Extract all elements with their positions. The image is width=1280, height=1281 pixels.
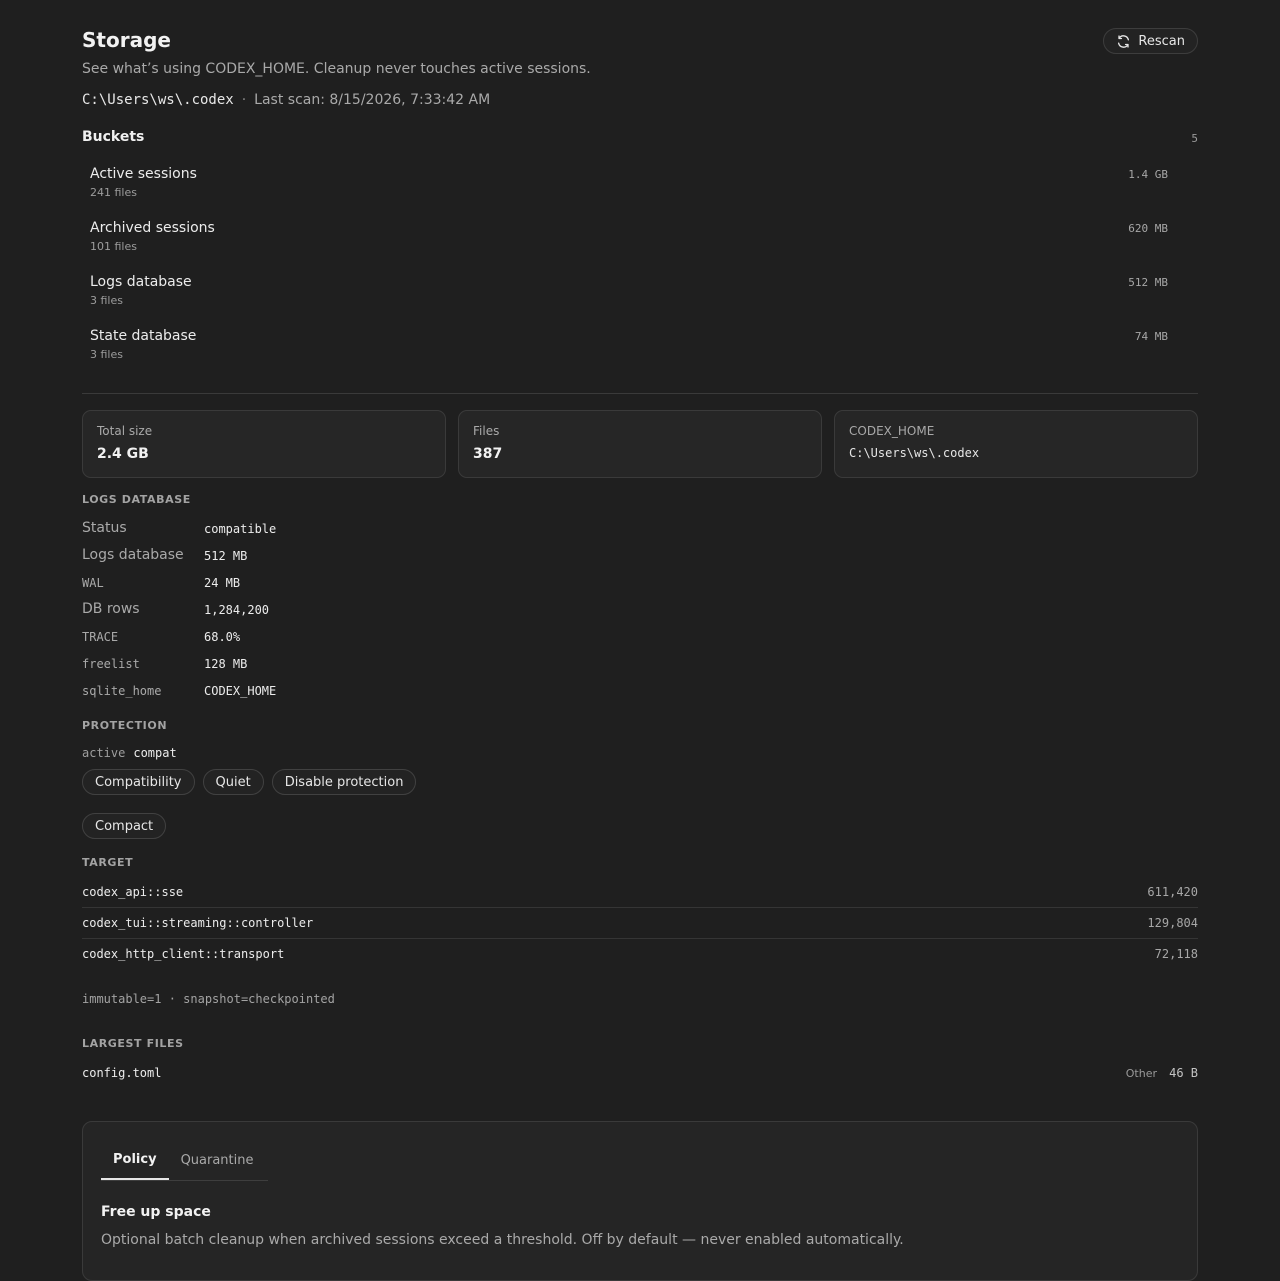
file-row[interactable]: config.toml Other 46 B bbox=[82, 1065, 1198, 1083]
kv-row-db-rows: DB rows 1,284,200 bbox=[82, 599, 582, 626]
protection-active-mode: active compat bbox=[82, 746, 177, 760]
protection-heading: PROTECTION bbox=[82, 719, 168, 732]
bucket-file-count: 3 files bbox=[90, 348, 123, 361]
rescan-label: Rescan bbox=[1138, 33, 1185, 49]
cleanup-panel: Policy Quarantine Free up space Optional… bbox=[82, 1121, 1198, 1281]
bucket-name: Logs database bbox=[90, 274, 192, 290]
rescan-button[interactable]: Rescan bbox=[1103, 28, 1198, 54]
tab-policy[interactable]: Policy bbox=[101, 1140, 169, 1180]
stat-label: CODEX_HOME bbox=[849, 424, 935, 438]
kv-row-status: Status compatible bbox=[82, 518, 582, 545]
target-heading: TARGET bbox=[82, 856, 134, 869]
bucket-archived-sessions[interactable]: Archived sessions 101 files 620 MB bbox=[90, 217, 1168, 271]
storage-page: Storage See what’s using CODEX_HOME. Cle… bbox=[82, 0, 1198, 1281]
codex-home-path: C:\Users\ws\.codex bbox=[82, 92, 234, 108]
file-size: 46 B bbox=[1169, 1066, 1198, 1080]
target-list: codex_api::sse 611,420 codex_tui::stream… bbox=[82, 877, 1198, 969]
compatibility-button[interactable]: Compatibility bbox=[82, 769, 195, 795]
kv-row-sqlite-home: sqlite_home CODEX_HOME bbox=[82, 680, 582, 707]
scan-info: C:\Users\ws\.codex · Last scan: 8/15/2026,… bbox=[82, 92, 490, 108]
stat-label: Total size bbox=[97, 424, 153, 438]
kv-key: freelist bbox=[82, 657, 140, 671]
bucket-size: 1.4 GB bbox=[1128, 168, 1168, 181]
target-count: 72,118 bbox=[1154, 947, 1198, 961]
bucket-file-count: 101 files bbox=[90, 240, 137, 253]
stat-value: C:\Users\ws\.codex bbox=[849, 446, 980, 460]
bucket-name: Active sessions bbox=[90, 166, 197, 182]
target-count: 611,420 bbox=[1147, 885, 1198, 899]
kv-key: WAL bbox=[82, 576, 104, 590]
kv-key: Status bbox=[82, 520, 127, 536]
bucket-file-count: 241 files bbox=[90, 186, 137, 199]
target-row: codex_http_client::transport 72,118 bbox=[82, 939, 1198, 969]
bucket-size: 74 MB bbox=[1134, 330, 1168, 343]
kv-value: 24 MB bbox=[204, 576, 241, 590]
buckets-header: Buckets 5 bbox=[82, 129, 1198, 147]
target-name: codex_tui::streaming::controller bbox=[82, 916, 314, 930]
disable-protection-button[interactable]: Disable protection bbox=[271, 769, 417, 795]
tab-quarantine[interactable]: Quarantine bbox=[169, 1140, 266, 1180]
stat-total-size: Total size 2.4 GB bbox=[82, 410, 446, 478]
file-kind: Other bbox=[1125, 1067, 1157, 1080]
bucket-active-sessions[interactable]: Active sessions 241 files 1.4 GB bbox=[90, 163, 1168, 217]
quiet-button[interactable]: Quiet bbox=[202, 769, 264, 795]
stat-value: 2.4 GB bbox=[97, 446, 149, 462]
largest-files-heading: LARGEST FILES bbox=[82, 1037, 184, 1050]
kv-row-freelist: freelist 128 MB bbox=[82, 653, 582, 680]
compact-row: Compact bbox=[82, 813, 167, 839]
snapshot-meta: immutable=1 · snapshot=checkpointed bbox=[82, 992, 335, 1006]
bucket-file-count: 3 files bbox=[90, 294, 123, 307]
bucket-list: Active sessions 241 files 1.4 GB Archive… bbox=[90, 163, 1168, 379]
target-row: codex_tui::streaming::controller 129,804 bbox=[82, 908, 1198, 939]
summary-stats: Total size 2.4 GB Files 387 CODEX_HOME C… bbox=[82, 410, 1198, 478]
bucket-name: State database bbox=[90, 328, 197, 344]
last-scan-time: Last scan: 8/15/2026, 7:33:42 AM bbox=[254, 92, 491, 108]
kv-value: 128 MB bbox=[204, 657, 248, 671]
protection-mode-buttons: Compatibility Quiet Disable protection bbox=[82, 769, 417, 795]
kv-key: TRACE bbox=[82, 630, 119, 644]
page-title: Storage bbox=[82, 28, 171, 52]
refresh-icon bbox=[1118, 34, 1130, 48]
kv-value: 1,284,200 bbox=[204, 603, 270, 617]
kv-row-wal: WAL 24 MB bbox=[82, 572, 582, 599]
buckets-title: Buckets bbox=[82, 129, 145, 145]
bucket-logs-database[interactable]: Logs database 3 files 512 MB bbox=[90, 271, 1168, 325]
active-mode-value: compat bbox=[133, 746, 177, 760]
buckets-count: 5 bbox=[1191, 132, 1198, 145]
kv-value: 512 MB bbox=[204, 549, 248, 563]
stat-label: Files bbox=[473, 424, 500, 438]
cleanup-tabs: Policy Quarantine bbox=[101, 1140, 268, 1181]
kv-row-logs-database: Logs database 512 MB bbox=[82, 545, 582, 572]
free-up-space-description: Optional batch cleanup when archived ses… bbox=[101, 1232, 904, 1248]
kv-row-trace: TRACE 68.0% bbox=[82, 626, 582, 653]
stat-files: Files 387 bbox=[458, 410, 822, 478]
page-header: Storage See what’s using CODEX_HOME. Cle… bbox=[82, 0, 1198, 120]
active-mode-key: active bbox=[82, 746, 126, 760]
section-divider bbox=[82, 393, 1198, 394]
kv-value: CODEX_HOME bbox=[204, 684, 277, 698]
bucket-state-database[interactable]: State database 3 files 74 MB bbox=[90, 325, 1168, 379]
stat-codex-home: CODEX_HOME C:\Users\ws\.codex bbox=[834, 410, 1198, 478]
target-name: codex_http_client::transport bbox=[82, 947, 285, 961]
kv-key: sqlite_home bbox=[82, 684, 162, 698]
target-name: codex_api::sse bbox=[82, 885, 184, 899]
file-name: config.toml bbox=[82, 1066, 162, 1080]
target-count: 129,804 bbox=[1147, 916, 1198, 930]
bucket-name: Archived sessions bbox=[90, 220, 215, 236]
kv-value: 68.0% bbox=[204, 630, 241, 644]
free-up-space-heading: Free up space bbox=[101, 1204, 211, 1220]
compact-button[interactable]: Compact bbox=[82, 813, 167, 839]
bucket-size: 620 MB bbox=[1128, 222, 1168, 235]
logs-database-details: Status compatible Logs database 512 MB W… bbox=[82, 518, 582, 707]
kv-value: compatible bbox=[204, 522, 277, 536]
bucket-size: 512 MB bbox=[1128, 276, 1168, 289]
scan-info-separator: · bbox=[241, 92, 247, 108]
stat-value: 387 bbox=[473, 446, 503, 462]
kv-key: Logs database bbox=[82, 547, 184, 563]
kv-key: DB rows bbox=[82, 601, 140, 617]
logs-database-heading: LOGS DATABASE bbox=[82, 493, 191, 506]
target-row: codex_api::sse 611,420 bbox=[82, 877, 1198, 908]
page-subtitle: See what’s using CODEX_HOME. Cleanup nev… bbox=[82, 61, 591, 77]
